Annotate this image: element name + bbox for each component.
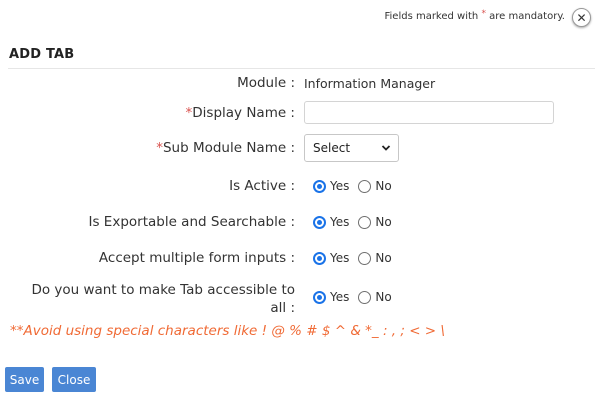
required-star: * bbox=[156, 140, 163, 156]
is-active-no-label[interactable]: No bbox=[375, 179, 391, 193]
exportable-yes-label[interactable]: Yes bbox=[330, 215, 349, 229]
display-name-label-text: Display Name : bbox=[192, 105, 295, 121]
close-dialog-button[interactable]: ✕ bbox=[572, 8, 591, 27]
mandatory-note-suffix: are mandatory. bbox=[485, 11, 565, 22]
accessible-label-line1: Do you want to make Tab accessible to bbox=[31, 282, 295, 298]
accessible-yes-radio[interactable] bbox=[313, 290, 326, 304]
chevron-down-icon bbox=[381, 145, 391, 151]
close-icon: ✕ bbox=[576, 10, 587, 25]
multiple-inputs-label: Accept multiple form inputs : bbox=[98, 250, 295, 266]
multiple-inputs-yes-label[interactable]: Yes bbox=[330, 251, 349, 265]
is-active-yes-radio[interactable] bbox=[313, 179, 326, 193]
multiple-inputs-yes-radio[interactable] bbox=[313, 251, 326, 265]
page-title: ADD TAB bbox=[9, 47, 75, 62]
sub-module-label: *Sub Module Name : bbox=[156, 139, 295, 157]
exportable-radio-group: Yes No bbox=[313, 215, 401, 229]
accessible-no-radio[interactable] bbox=[358, 290, 372, 304]
module-value: Information Manager bbox=[304, 76, 436, 91]
accessible-yes-label[interactable]: Yes bbox=[330, 290, 349, 304]
is-active-label: Is Active : bbox=[229, 178, 295, 194]
is-active-yes-label[interactable]: Yes bbox=[330, 179, 349, 193]
exportable-no-radio[interactable] bbox=[358, 215, 372, 229]
display-name-input[interactable] bbox=[304, 101, 554, 124]
sub-module-selected: Select bbox=[313, 141, 351, 155]
multiple-inputs-no-label[interactable]: No bbox=[375, 251, 391, 265]
required-star: * bbox=[481, 9, 486, 19]
close-button[interactable]: Close bbox=[52, 367, 96, 392]
exportable-yes-radio[interactable] bbox=[313, 215, 326, 229]
exportable-label: Is Exportable and Searchable : bbox=[88, 214, 296, 230]
accessible-label: Do you want to make Tab accessible to all… bbox=[31, 281, 295, 317]
sub-module-label-text: Sub Module Name : bbox=[162, 140, 295, 156]
display-name-label: *Display Name : bbox=[186, 104, 295, 122]
special-characters-warning: **Avoid using special characters like ! … bbox=[10, 323, 445, 339]
mandatory-note-prefix: Fields marked with bbox=[384, 11, 482, 22]
accessible-radio-group: Yes No bbox=[313, 290, 401, 304]
title-divider bbox=[8, 68, 595, 69]
sub-module-select[interactable]: Select bbox=[304, 134, 399, 162]
multiple-inputs-no-radio[interactable] bbox=[358, 251, 372, 265]
multiple-inputs-radio-group: Yes No bbox=[313, 251, 401, 265]
exportable-no-label[interactable]: No bbox=[375, 215, 391, 229]
is-active-no-radio[interactable] bbox=[358, 179, 372, 193]
module-label: Module : bbox=[237, 75, 295, 91]
mandatory-note: Fields marked with * are mandatory. bbox=[384, 9, 565, 22]
save-button[interactable]: Save bbox=[5, 367, 44, 392]
accessible-label-line2: all : bbox=[270, 300, 295, 316]
accessible-no-label[interactable]: No bbox=[375, 290, 391, 304]
is-active-radio-group: Yes No bbox=[313, 179, 401, 193]
